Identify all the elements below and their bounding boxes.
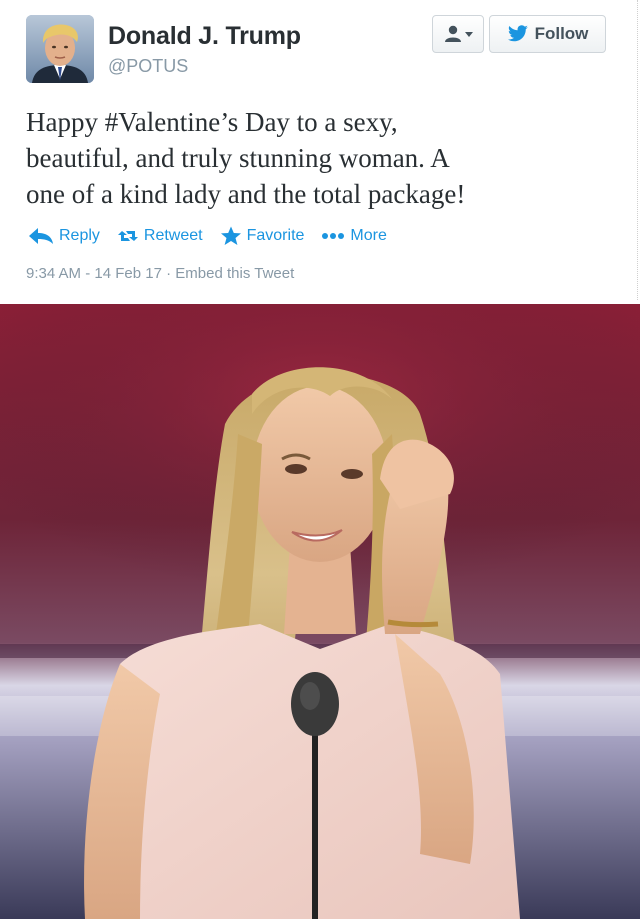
more-label: More — [350, 227, 387, 244]
meta-separator: - — [81, 265, 95, 282]
follow-label: Follow — [534, 24, 589, 43]
tweet-actions: Reply Retweet Favorite More — [28, 222, 404, 250]
reply-icon — [29, 228, 53, 244]
retweet-icon — [117, 231, 138, 241]
retweet-action[interactable]: Retweet — [117, 227, 203, 245]
tweet-text-line: Happy #Valentine’s Day to a sexy, — [26, 107, 398, 137]
card-edge-divider — [637, 0, 638, 300]
user-actions-dropdown[interactable] — [432, 15, 484, 53]
tweet-text: Happy #Valentine’s Day to a sexy, beauti… — [26, 104, 616, 212]
retweet-label: Retweet — [143, 227, 203, 244]
display-name[interactable]: Donald J. Trump — [108, 22, 301, 51]
tweet-text-line: beautiful, and truly stunning woman. A — [26, 143, 450, 173]
twitter-bird-icon — [507, 25, 528, 42]
avatar[interactable] — [26, 15, 94, 83]
reply-label: Reply — [59, 227, 100, 244]
tweet-card: Donald J. Trump @POTUS Follow Happy #Val… — [0, 0, 640, 300]
favorite-action[interactable]: Favorite — [220, 226, 305, 246]
screen-name[interactable]: @POTUS — [108, 56, 188, 77]
tweet-text-line: one of a kind lady and the total package… — [26, 179, 466, 209]
user-dropdown-icon — [445, 25, 473, 42]
reply-action[interactable]: Reply — [28, 227, 100, 245]
tweet-meta: 9:34 AM - 14 Feb 17 · Embed this Tweet — [26, 265, 294, 282]
more-action[interactable]: More — [321, 227, 387, 245]
star-icon — [220, 226, 241, 245]
tweet-photo[interactable] — [0, 304, 640, 919]
meta-separator: · — [161, 265, 176, 282]
embed-tweet-link[interactable]: Embed this Tweet — [175, 265, 294, 282]
more-dots-icon — [322, 233, 345, 239]
tweet-date[interactable]: 14 Feb 17 — [94, 265, 162, 282]
follow-button[interactable]: Follow — [489, 15, 606, 53]
favorite-label: Favorite — [246, 227, 305, 244]
tweet-time[interactable]: 9:34 AM — [26, 265, 81, 282]
